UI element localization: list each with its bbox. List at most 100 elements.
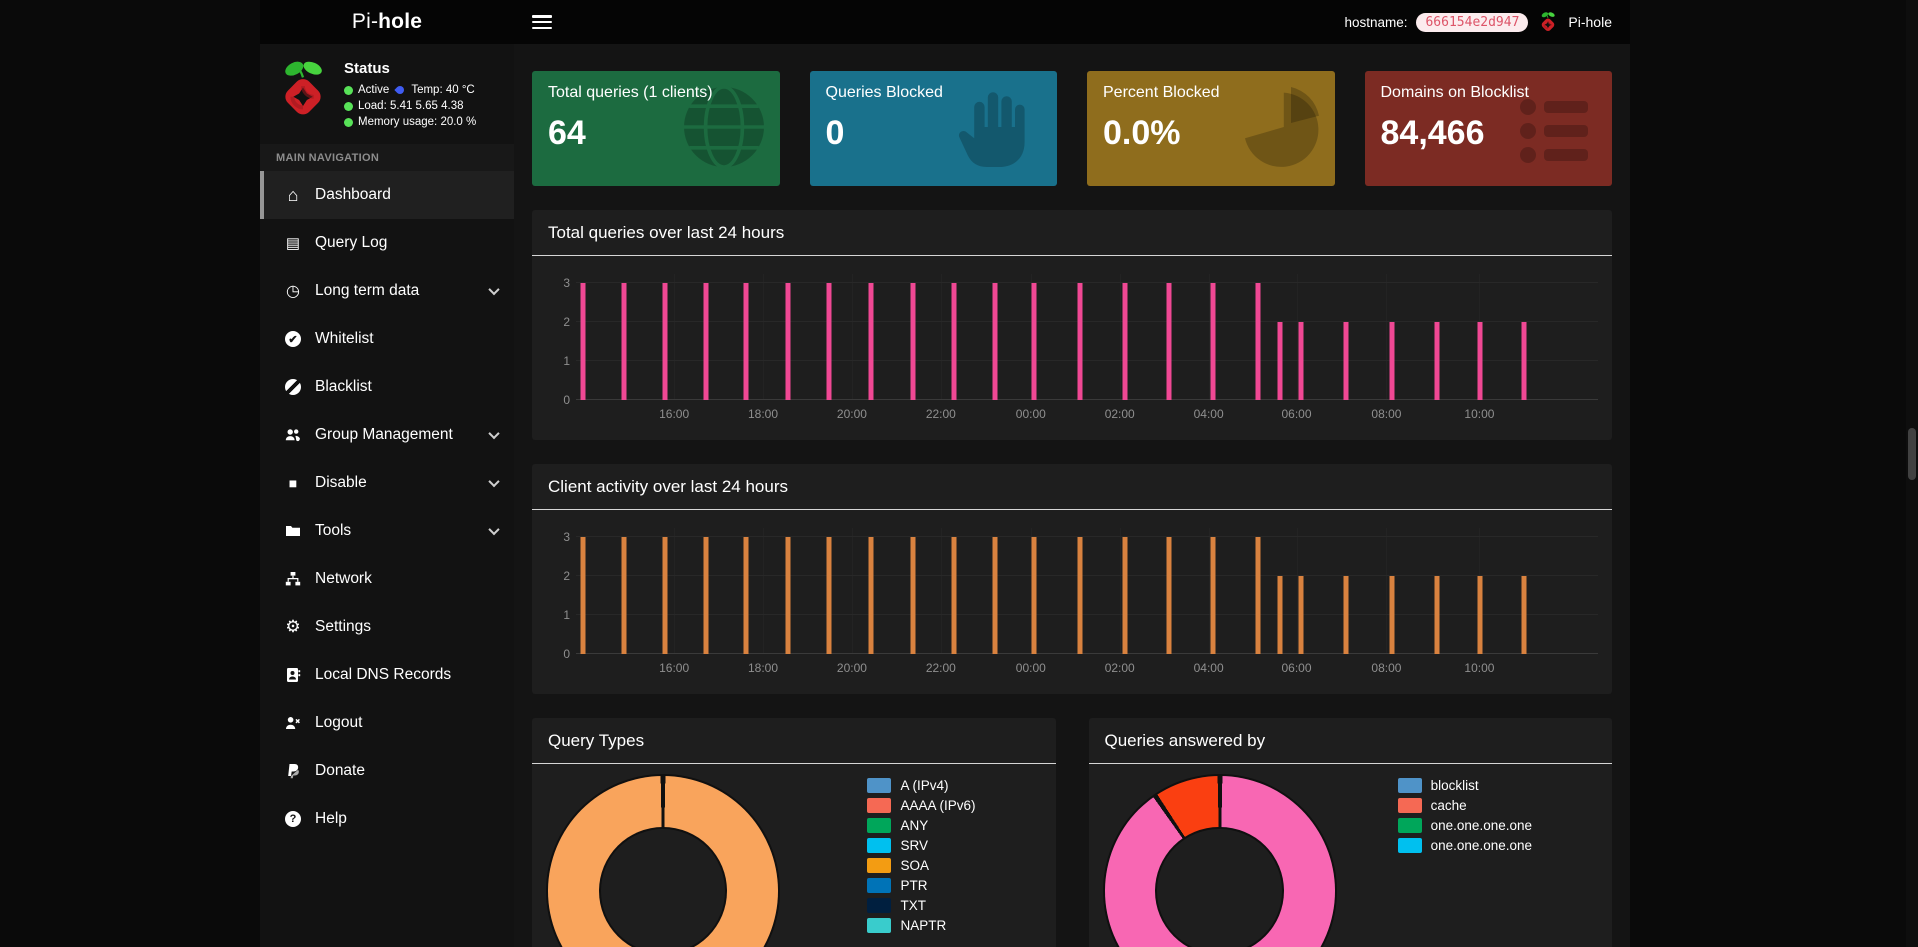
status-title: Status [344, 60, 476, 77]
status-dot-icon [344, 102, 353, 111]
status-dot-icon [344, 86, 353, 95]
sidebar-item-logout[interactable]: Logout [260, 699, 514, 747]
sidebar-item-label: Disable [315, 474, 367, 492]
legend-item-ptr[interactable]: PTR [867, 878, 975, 893]
legend-swatch [867, 818, 891, 833]
bar [911, 283, 916, 400]
bar [1434, 322, 1439, 400]
bar [1478, 576, 1483, 654]
legend-item-aaaa-ipv6[interactable]: AAAA (IPv6) [867, 798, 975, 813]
sidebar-item-settings[interactable]: ⚙Settings [260, 603, 514, 651]
legend-item-one-one-one-one[interactable]: one.one.one.one [1398, 838, 1532, 853]
bar [622, 283, 627, 400]
bar [622, 537, 627, 654]
sidebar-item-query-log[interactable]: ▤Query Log [260, 219, 514, 267]
legend-label: SOA [900, 858, 929, 873]
legend-swatch [867, 838, 891, 853]
check-circle-icon: ✔ [282, 331, 304, 347]
plot-area: 0123 [576, 274, 1598, 400]
legend-item-cache[interactable]: cache [1398, 798, 1532, 813]
sidebar-item-whitelist[interactable]: ✔Whitelist [260, 315, 514, 363]
sidebar-item-network[interactable]: Network [260, 555, 514, 603]
sidebar-item-group-management[interactable]: Group Management [260, 411, 514, 459]
bar [703, 283, 708, 400]
sidebar-item-label: Donate [315, 762, 365, 780]
sidebar-item-long-term-data[interactable]: ◷ Long term data [260, 267, 514, 315]
clock-icon: ◷ [282, 281, 304, 301]
sidebar-item-local-dns-records[interactable]: Local DNS Records [260, 651, 514, 699]
legend-item-blocklist[interactable]: blocklist [1398, 778, 1532, 793]
bar [869, 537, 874, 654]
bar [1122, 537, 1127, 654]
bar [1278, 576, 1283, 654]
scrollbar-thumb[interactable] [1908, 428, 1916, 480]
bar [662, 537, 667, 654]
gridline [941, 528, 942, 654]
legend-item-any[interactable]: ANY [867, 818, 975, 833]
sidebar-item-dashboard[interactable]: ⌂Dashboard [260, 171, 514, 219]
status-load-label: Load: 5.41 5.65 4.38 [358, 100, 464, 112]
sidebar-item-tools[interactable]: Tools [260, 507, 514, 555]
sidebar-item-help[interactable]: ?Help [260, 795, 514, 843]
sidebar-item-label: Settings [315, 618, 371, 636]
y-tick-label: 1 [544, 608, 570, 622]
users-icon [282, 427, 304, 443]
panel-queries-answered-by: Queries answered by blocklistcacheone.on… [1089, 718, 1613, 947]
query-types-legend: A (IPv4) AAAA (IPv6) ANY SRV SOA PTR TXT NAPTR [867, 776, 975, 947]
brand-logo[interactable]: Pi-hole [260, 0, 514, 44]
sidebar-item-label: Group Management [315, 426, 453, 444]
legend-swatch [1398, 818, 1422, 833]
x-tick-label: 00:00 [1016, 661, 1046, 675]
legend-label: blocklist [1431, 778, 1479, 793]
top-navbar: Pi-hole hostname: 666154e2d947 Pi-hole [260, 0, 1630, 44]
stat-card-domains-on-blocklist: Domains on Blocklist84,466 [1365, 71, 1613, 186]
sidebar-menu: ⌂Dashboard▤Query Log ◷ Long term data ✔Whit… [260, 171, 514, 843]
bar [1434, 576, 1439, 654]
legend-item-naptr[interactable]: NAPTR [867, 918, 975, 933]
legend-label: SRV [900, 838, 928, 853]
help-icon: ? [282, 811, 304, 827]
bar [1077, 283, 1082, 400]
folder-icon [282, 523, 304, 539]
sidebar-item-disable[interactable]: ■Disable [260, 459, 514, 507]
sidebar-item-label: Query Log [315, 234, 387, 252]
sidebar-item-blacklist[interactable]: Blacklist [260, 363, 514, 411]
stat-card-queries-blocked: Queries Blocked0 [810, 71, 1058, 186]
x-tick-label: 00:00 [1016, 407, 1046, 421]
query-types-donut [548, 776, 778, 947]
gridline [674, 528, 675, 654]
gridline [1120, 274, 1121, 400]
sidebar-item-label: Long term data [315, 282, 419, 300]
legend-item-txt[interactable]: TXT [867, 898, 975, 913]
status-active-label: Active [358, 84, 389, 96]
x-tick-label: 10:00 [1464, 407, 1494, 421]
raspberry-logo [272, 58, 334, 132]
address-book-icon [282, 667, 304, 683]
bar [1343, 322, 1348, 400]
sidebar-item-label: Blacklist [315, 378, 372, 396]
sidebar-item-donate[interactable]: Donate [260, 747, 514, 795]
legend-label: ANY [900, 818, 928, 833]
legend-label: one.one.one.one [1431, 838, 1532, 853]
bar [581, 283, 586, 400]
sidebar-toggle-button[interactable] [532, 15, 552, 29]
x-tick-label: 18:00 [748, 407, 778, 421]
bar [1298, 322, 1303, 400]
legend-item-a-ipv4[interactable]: A (IPv4) [867, 778, 975, 793]
panel-title: Total queries over last 24 hours [532, 210, 1612, 256]
total-queries-chart: 012316:0018:0020:0022:0000:0002:0004:000… [576, 274, 1598, 424]
legend-swatch [1398, 838, 1422, 853]
bar [869, 283, 874, 400]
x-tick-label: 08:00 [1371, 661, 1401, 675]
network-icon [282, 571, 304, 587]
legend-item-srv[interactable]: SRV [867, 838, 975, 853]
sidebar: Status Active Temp: 40 °C Load: 5.41 5.6… [260, 44, 514, 947]
bar [1298, 576, 1303, 654]
raspberry-icon [1537, 11, 1559, 33]
gridline [576, 360, 1598, 361]
legend-item-one-one-one-one[interactable]: one.one.one.one [1398, 818, 1532, 833]
stat-card-total-queries-1-clients: Total queries (1 clients)64 [532, 71, 780, 186]
bar [785, 537, 790, 654]
legend-item-soa[interactable]: SOA [867, 858, 975, 873]
pihole-home-link[interactable]: Pi-hole [1568, 14, 1612, 30]
